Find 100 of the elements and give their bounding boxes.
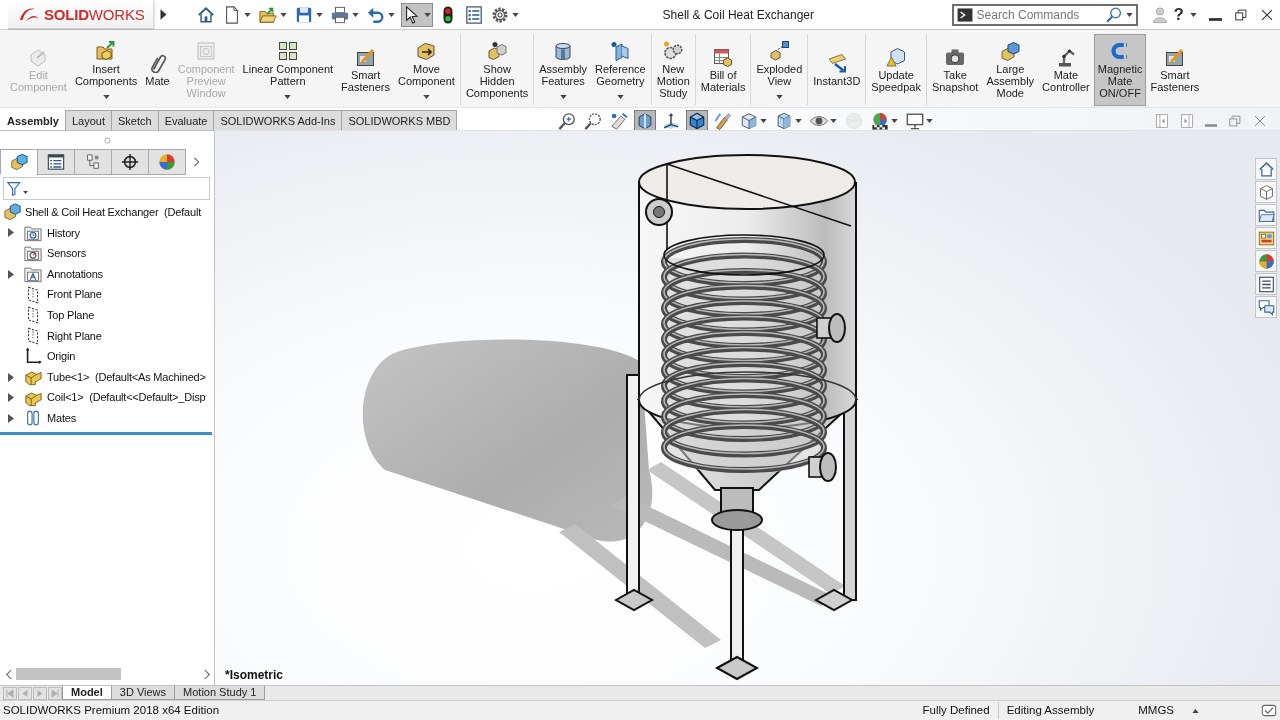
help-button[interactable]: ? xyxy=(1171,6,1186,23)
color-ball-button[interactable] xyxy=(1255,250,1277,272)
folder-arrow-icon xyxy=(259,5,277,24)
color-ball-icon xyxy=(1257,252,1275,270)
heat-exchanger-model[interactable] xyxy=(613,154,859,681)
command-tab[interactable]: SOLIDWORKS Add-Ins xyxy=(213,110,343,130)
caret-icon xyxy=(23,191,28,194)
command-tab[interactable]: Sketch xyxy=(111,110,159,130)
cube-icon xyxy=(688,111,707,130)
model-tab[interactable]: 3D Views xyxy=(110,686,176,700)
block-icon xyxy=(24,368,42,387)
status-text: MMGS xyxy=(1137,702,1175,718)
grid-icon xyxy=(277,40,298,61)
tree-item[interactable]: Front Plane xyxy=(0,284,214,305)
status-text: Fully Defined xyxy=(921,702,991,718)
table-icon xyxy=(713,46,734,67)
close-icon xyxy=(1260,7,1274,22)
cube-face-icon xyxy=(740,111,759,130)
tree-item[interactable]: Mates xyxy=(0,407,214,429)
ribbon-button[interactable]: Reference Geometry xyxy=(590,34,650,106)
ruler-arrow-icon xyxy=(826,52,847,73)
ribbon-button[interactable]: Take Snapshot xyxy=(927,34,983,106)
tree-item[interactable]: Sensors xyxy=(0,243,214,264)
close-icon xyxy=(1253,113,1267,128)
panel-tab[interactable] xyxy=(111,149,149,175)
caret-icon xyxy=(1125,12,1133,17)
ribbon-button[interactable]: Move Component xyxy=(394,34,459,106)
axes-icon xyxy=(24,347,42,366)
ribbon-button[interactable]: Instant3D xyxy=(809,34,865,106)
planes-icon xyxy=(610,40,631,61)
minimize-icon xyxy=(1209,17,1222,21)
minimize-icon xyxy=(1205,123,1217,127)
hexagons-dot-icon xyxy=(487,40,508,61)
document-title: Shell & Coil Heat Exchanger xyxy=(661,6,815,24)
ribbon-button[interactable]: Mate Controller xyxy=(1038,34,1094,106)
ribbon-button[interactable]: Bill of Materials xyxy=(696,34,750,106)
logo-text: SOLIDWORKS xyxy=(44,6,145,22)
split-cube-button[interactable] xyxy=(634,109,657,132)
ribbon-button[interactable]: Large Assembly Mode xyxy=(982,34,1039,106)
ribbon-button[interactable]: Linear Component Pattern xyxy=(238,34,338,106)
split-cube-icon xyxy=(636,111,655,130)
tree-item[interactable]: Annotations xyxy=(0,263,214,285)
model-tab[interactable]: Model xyxy=(62,686,112,700)
search-icon xyxy=(1105,6,1122,23)
cube-outline-button[interactable] xyxy=(1255,181,1277,203)
folder-arrow-icon xyxy=(96,40,117,61)
paperclips-icon xyxy=(24,409,42,428)
panel-pencil-icon xyxy=(1164,46,1185,67)
tree-item[interactable]: Shell & Coil Heat Exchanger (Default xyxy=(0,202,214,223)
gauge-folder-icon xyxy=(24,244,42,263)
speech-bubbles-button[interactable] xyxy=(1255,296,1277,318)
tree-item[interactable]: Coil<1> (Default<<Default>_Disp xyxy=(0,387,214,408)
home-button[interactable] xyxy=(1255,158,1277,180)
command-tab[interactable]: SOLIDWORKS MBD xyxy=(341,110,458,130)
checkbox-icon[interactable] xyxy=(1261,703,1277,718)
cube-button[interactable] xyxy=(686,109,709,132)
ribbon-button[interactable]: Assembly Features xyxy=(535,34,591,106)
command-tab[interactable]: Assembly xyxy=(0,110,66,130)
command-tab[interactable]: Layout xyxy=(65,110,112,130)
color-sphere-icon xyxy=(871,111,890,130)
tree-item[interactable]: History xyxy=(0,222,214,244)
ribbon-button[interactable]: Update Speedpak xyxy=(867,34,925,106)
ribbon-button[interactable]: Mate xyxy=(141,34,174,106)
crosshair-icon xyxy=(121,153,139,171)
ribbon-button[interactable]: Exploded View xyxy=(752,34,807,106)
printer-icon xyxy=(331,5,349,24)
command-tab[interactable]: Evaluate xyxy=(157,110,215,130)
ribbon-button[interactable]: Smart Fasteners xyxy=(1146,34,1204,106)
palette-button[interactable] xyxy=(1255,227,1277,249)
zoom-in-icon xyxy=(558,111,577,130)
speech-bubbles-icon xyxy=(1257,298,1275,316)
tree-item[interactable]: Top Plane xyxy=(0,304,214,326)
axes-icon xyxy=(662,111,681,130)
ribbon-button[interactable]: Show Hidden Components xyxy=(461,34,533,106)
ribbon-button[interactable]: Smart Fasteners xyxy=(337,34,395,106)
tree-icon xyxy=(84,153,102,171)
scrollbar-thumb[interactable] xyxy=(16,668,121,680)
search-input[interactable]: Search Commands xyxy=(976,6,1102,23)
tile-left-icon xyxy=(1155,113,1169,128)
status-text: Editing Assembly xyxy=(997,701,1103,720)
pointer-icon xyxy=(403,5,421,24)
ribbon-button[interactable]: Magnetic Mate ON/OFF xyxy=(1093,34,1147,106)
pointer-button[interactable] xyxy=(401,2,433,27)
restore-icon xyxy=(1228,113,1242,128)
tree-item[interactable]: Tube<1> (Default<As Machined> xyxy=(0,366,214,388)
folder-button[interactable] xyxy=(1255,204,1277,226)
ribbon-button[interactable]: Insert Components xyxy=(70,34,142,106)
settings-icon xyxy=(491,5,509,24)
filter-field[interactable] xyxy=(3,177,210,200)
list-button[interactable] xyxy=(1255,273,1277,295)
sphere-icon xyxy=(845,111,864,130)
panel-tab[interactable] xyxy=(37,149,75,175)
view-label: *Isometric xyxy=(225,667,284,684)
search-field[interactable]: Search Commands xyxy=(951,3,1138,26)
tree-item[interactable]: Right Plane xyxy=(0,325,214,347)
tree-item[interactable]: Origin xyxy=(0,346,214,367)
list-icon xyxy=(465,5,483,24)
rollback-bar[interactable] xyxy=(0,431,212,435)
ribbon-button[interactable]: New Motion Study xyxy=(652,34,694,106)
model-tab[interactable]: Motion Study 1 xyxy=(174,686,266,700)
